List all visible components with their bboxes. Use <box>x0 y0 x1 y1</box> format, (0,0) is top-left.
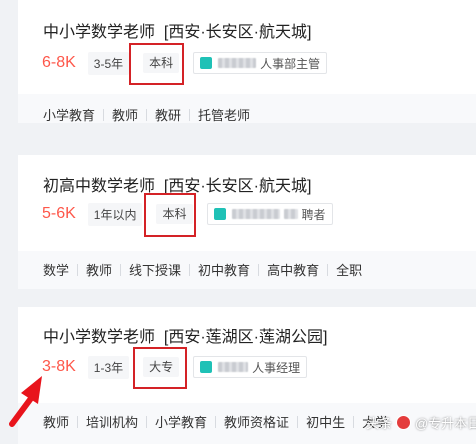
watermark: 头条 @专升本日记 <box>366 413 476 432</box>
education-tag: 本科 <box>143 53 180 73</box>
job-card[interactable]: 中小学数学老师 [西安·长安区·航天城] 6-8K 3-5年 本科 人事部主管 … <box>18 0 476 123</box>
recruiter-badge[interactable]: 人事经理 <box>193 356 308 378</box>
skill-tag: 全职 <box>336 263 363 278</box>
skill-list: 数学 教师 线下授课 初中教育 高中教育 全职 <box>43 260 362 279</box>
job-meta: 3-8K 1-3年 大专 人事经理 <box>42 347 308 389</box>
skill-bar: 数学 教师 线下授课 初中教育 高中教育 全职 <box>18 251 476 289</box>
watermark-account: @专升本日记 <box>415 416 476 431</box>
skill-tag: 初中教育 <box>198 263 251 278</box>
account-avatar-icon <box>396 415 412 430</box>
education-tag: 大专 <box>143 357 180 377</box>
redacted-name <box>218 362 249 372</box>
recruiter-badge[interactable]: 聘者 <box>206 203 333 225</box>
redacted-name <box>218 58 257 68</box>
job-location: [西安·长安区·航天城] <box>163 178 312 195</box>
recruiter-badge[interactable]: 人事部主管 <box>193 52 328 74</box>
skill-tag: 小学教育 <box>43 108 96 123</box>
experience-tag: 1年以内 <box>87 202 143 226</box>
skill-tag: 初中生 <box>306 415 346 430</box>
recruiter-icon <box>200 57 213 69</box>
job-meta: 6-8K 3-5年 本科 人事部主管 <box>42 43 328 85</box>
skill-list: 小学教育 教师 教研 托管老师 <box>43 105 250 123</box>
education-tag: 本科 <box>156 204 193 224</box>
job-card[interactable]: 初高中数学老师 [西安·长安区·航天城] 5-6K 1年以内 本科 聘者 数学 … <box>18 155 476 289</box>
job-meta: 5-6K 1年以内 本科 聘者 <box>42 193 333 237</box>
experience-tag: 1-3年 <box>87 355 130 379</box>
experience-tag: 3-5年 <box>87 51 130 75</box>
skill-tag: 教师 <box>112 108 139 123</box>
redacted-name <box>231 209 280 219</box>
job-title[interactable]: 中小学数学老师 [西安·长安区·航天城] <box>43 18 311 42</box>
skill-bar: 小学教育 教师 教研 托管老师 <box>18 94 476 123</box>
recruiter-role: 人事经理 <box>252 360 301 375</box>
skill-tag: 教研 <box>155 108 182 123</box>
recruiter-role: 聘者 <box>301 207 326 222</box>
skill-tag: 培训机构 <box>86 415 139 430</box>
watermark-prefix: 头条 <box>366 416 393 431</box>
skill-tag: 线下授课 <box>129 263 182 278</box>
skill-tag: 高中教育 <box>267 263 320 278</box>
redacted-name <box>283 209 298 219</box>
job-location: [西安·长安区·航天城] <box>163 24 312 41</box>
salary: 3-8K <box>42 358 76 375</box>
recruiter-icon <box>200 361 213 373</box>
job-title[interactable]: 中小学数学老师 [西安·莲湖区·莲湖公园] <box>43 323 327 347</box>
skill-tag: 托管老师 <box>198 108 251 123</box>
skill-tag: 教师资格证 <box>224 415 290 430</box>
skill-tag: 教师 <box>43 415 70 430</box>
skill-tag: 小学教育 <box>155 415 208 430</box>
skill-tag: 教师 <box>86 263 113 278</box>
job-title[interactable]: 初高中数学老师 [西安·长安区·航天城] <box>43 172 311 196</box>
recruiter-role: 人事部主管 <box>260 56 321 71</box>
job-location: [西安·莲湖区·莲湖公园] <box>163 329 328 346</box>
skill-tag: 数学 <box>43 263 70 278</box>
recruiter-icon <box>213 208 226 220</box>
salary: 5-6K <box>42 205 76 222</box>
skill-list: 教师 培训机构 小学教育 教师资格证 初中生 大学 <box>43 412 388 431</box>
salary: 6-8K <box>42 54 76 71</box>
